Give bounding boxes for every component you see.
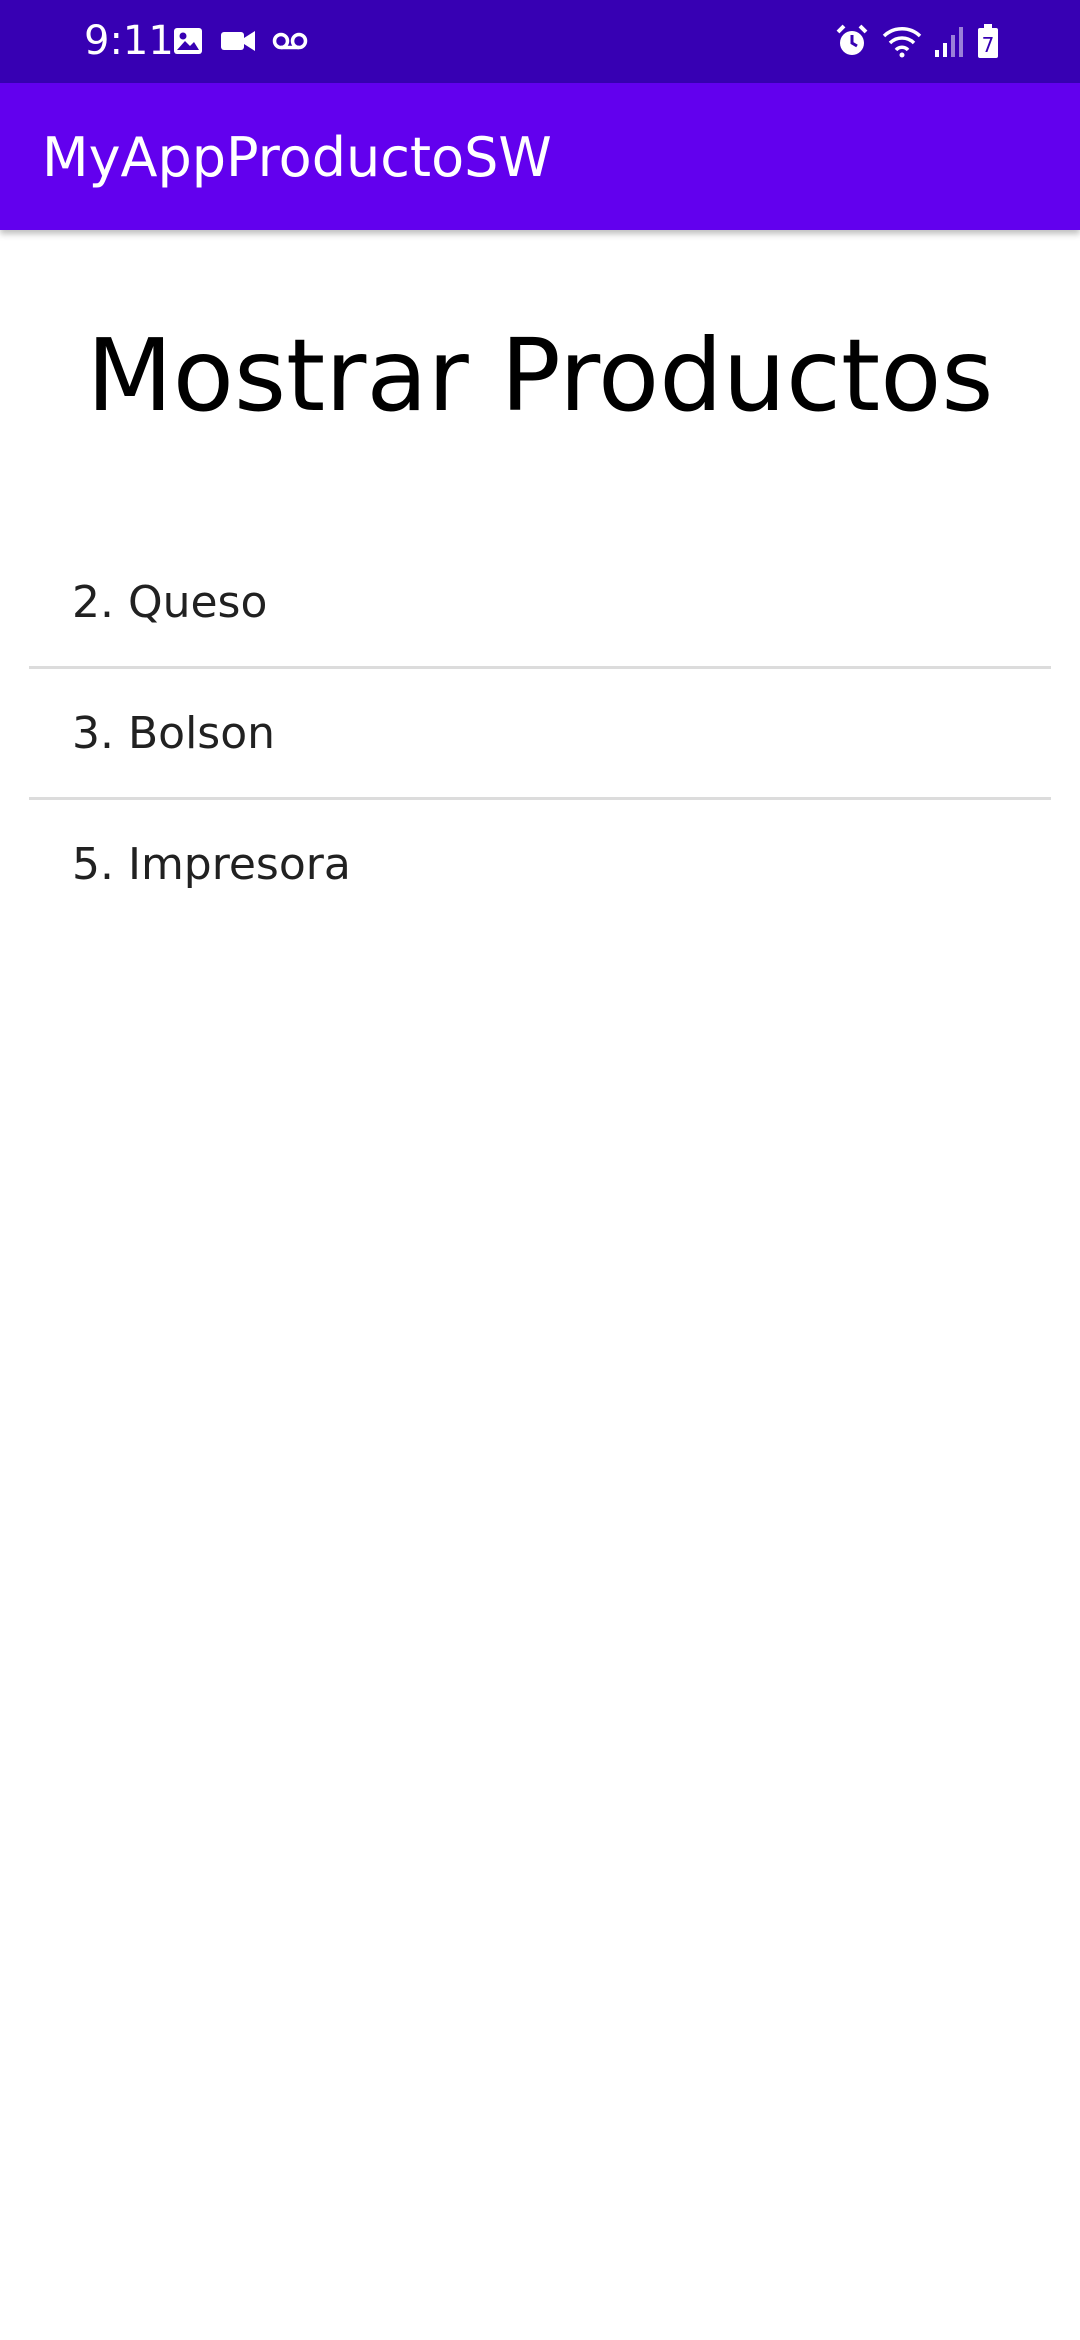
voicemail-icon (272, 29, 308, 53)
list-item[interactable]: 2. Queso (29, 538, 1051, 666)
signal-icon (934, 24, 964, 58)
status-icons-left (172, 22, 308, 60)
battery-icon: 7 (976, 23, 1000, 59)
wifi-icon (882, 24, 922, 58)
status-time: 9:11 (84, 18, 174, 64)
list-item[interactable]: 3. Bolson (29, 669, 1051, 797)
status-icons-right: 7 (834, 20, 1000, 62)
alarm-icon (834, 23, 870, 59)
status-bar: 9:11 7 (0, 0, 1080, 83)
app-bar: MyAppProductoSW (0, 83, 1080, 230)
image-icon (172, 25, 204, 57)
app-title: MyAppProductoSW (42, 126, 552, 189)
page-title: Mostrar Productos (86, 317, 994, 434)
svg-text:7: 7 (982, 33, 995, 57)
video-camera-icon (220, 27, 256, 55)
product-list: 2. Queso 3. Bolson 5. Impresora (29, 538, 1051, 928)
list-item[interactable]: 5. Impresora (29, 800, 1051, 928)
